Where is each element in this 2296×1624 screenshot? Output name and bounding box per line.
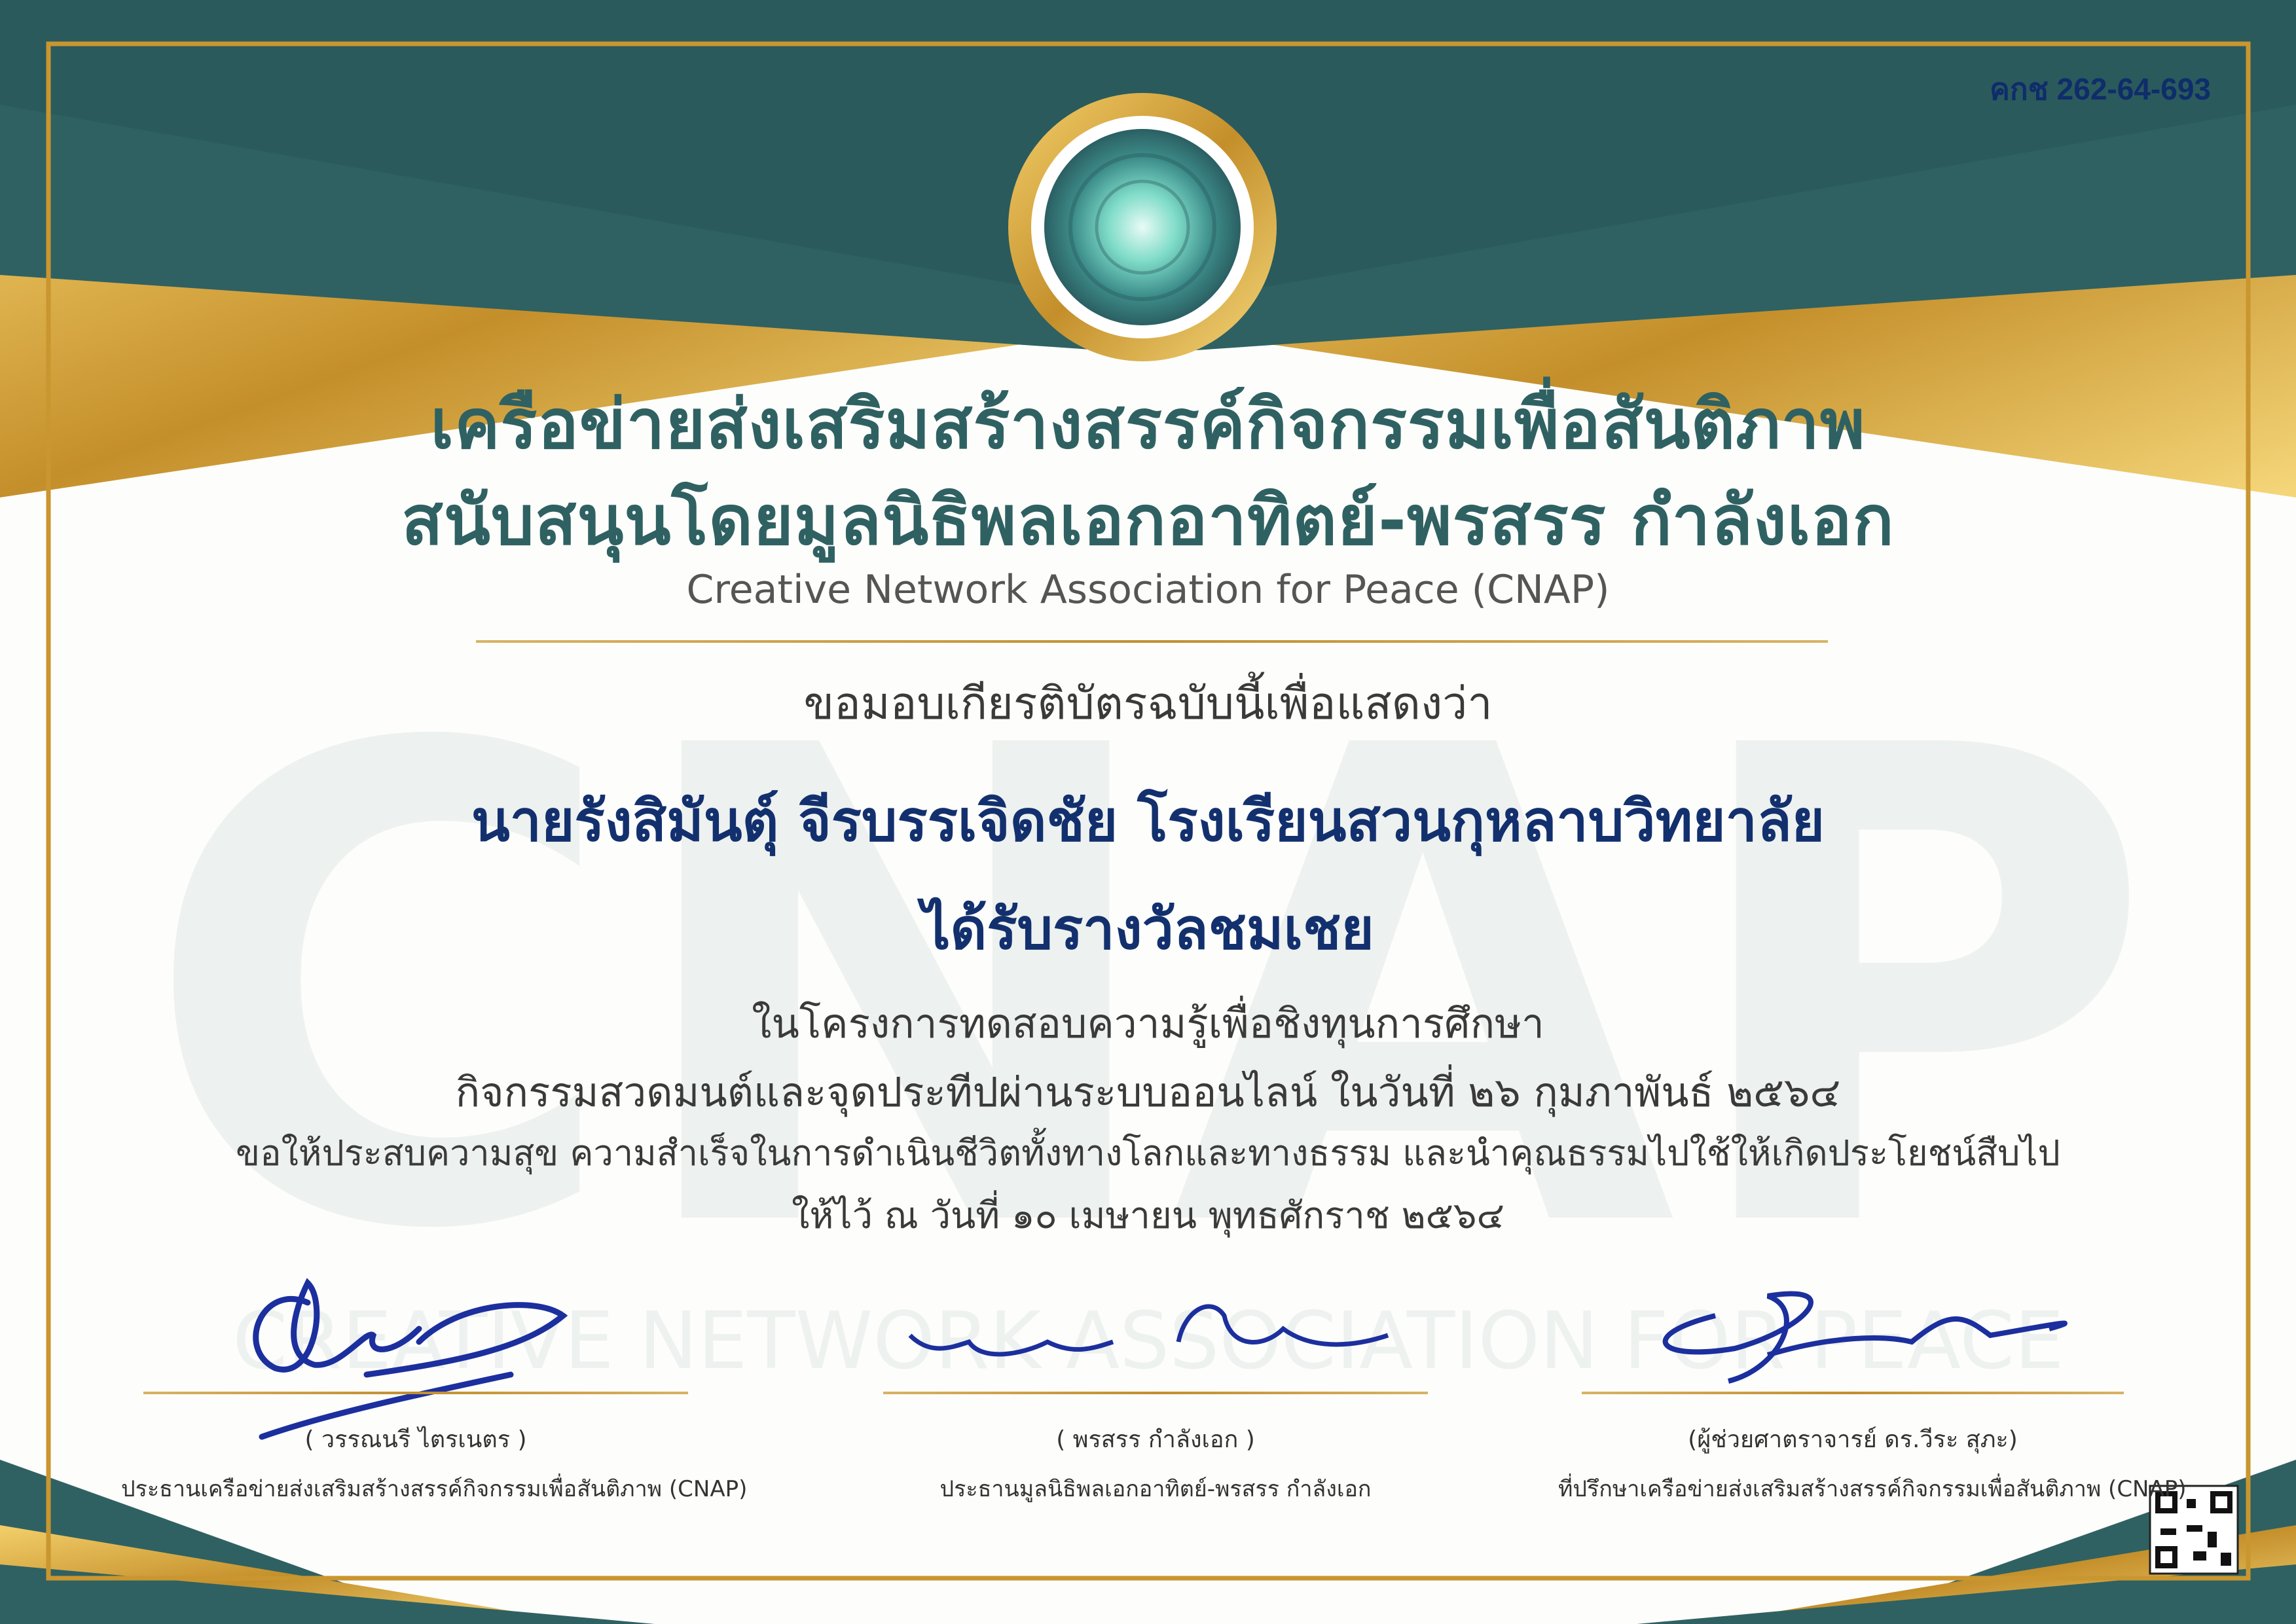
date-text: ให้ไว้ ณ วันที่ ๑๐ เมษายน พุทธศักราช ๒๕๖… xyxy=(792,1195,1504,1237)
blessing-text: ขอให้ประสบความสุข ความสำเร็จในการดำเนินช… xyxy=(236,1132,2060,1174)
signatory-role: ประธานมูลนิธิพลเอกอาทิตย์-พรสรร กำลังเอก xyxy=(939,1476,1372,1502)
title-line-2: สนับสนุนโดยมูลนิธิพลเอกอาทิตย์-พรสรร กำล… xyxy=(401,480,1895,560)
signature-line-1 xyxy=(143,1392,688,1394)
title-line-1: เครือข่ายส่งเสริมสร้างสรรค์กิจกรรมเพื่อส… xyxy=(430,384,1866,464)
intro-text: ขอมอบเกียรติบัตรฉบับนี้เพื่อแสดงว่า xyxy=(803,678,1493,730)
signatory-name: ( พรสรร กำลังเอก ) xyxy=(1056,1426,1255,1453)
signatory-role: ที่ปรึกษาเครือข่ายส่งเสริมสร้างสรรค์กิจก… xyxy=(1558,1476,2187,1502)
signatory-role: ประธานเครือข่ายส่งเสริมสร้างสรรค์กิจกรรม… xyxy=(121,1476,748,1502)
signature-line-3 xyxy=(1582,1392,2124,1394)
divider xyxy=(476,640,1828,643)
activity-text: กิจกรรมสวดมนต์และจุดประทีปผ่านระบบออนไลน… xyxy=(455,1068,1841,1116)
medal-seal-icon xyxy=(1008,93,1277,361)
subtitle-english: Creative Network Association for Peace (… xyxy=(686,567,1610,613)
signatory-name: ( วรรณนรี ไตรเนตร ) xyxy=(304,1426,527,1453)
signatory-2: ( พรสรร กำลังเอก ) ประธานมูลนิธิพลเอกอาท… xyxy=(861,1420,1450,1506)
signatory-name: (ผู้ช่วยศาตราจารย์ ดร.วีระ สุภะ) xyxy=(1688,1426,2018,1453)
certificate-code: คกช 262-64-693 xyxy=(1990,72,2211,106)
signatory-3: (ผู้ช่วยศาตราจารย์ ดร.วีระ สุภะ) ที่ปรึก… xyxy=(1558,1420,2187,1506)
project-text: ในโครงการทดสอบความรู้เพื่อชิงทุนการศึกษา xyxy=(752,1000,1544,1047)
signature-line-2 xyxy=(883,1392,1428,1394)
award-title: ได้รับรางวัลชมเชย xyxy=(922,896,1374,962)
signatory-1: ( วรรณนรี ไตรเนตร ) ประธานเครือข่ายส่งเส… xyxy=(121,1420,748,1506)
recipient-name: นายรังสิมันตุ์ จีรบรรเจิดชัย โรงเรียนสวน… xyxy=(471,788,1825,854)
